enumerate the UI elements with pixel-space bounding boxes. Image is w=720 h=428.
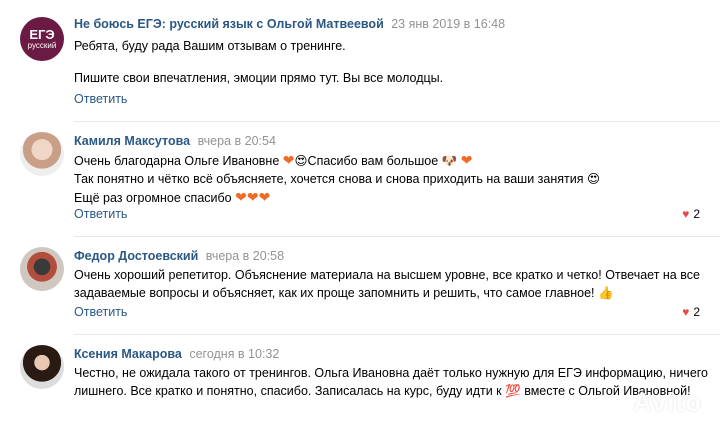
comment-line: задаваемые вопросы и объясняет, как их п… bbox=[74, 284, 700, 302]
comment-line: лишнего. Все кратко и понятно, спасибо. … bbox=[74, 382, 708, 400]
avatar-logo-top: ЕГЭ bbox=[29, 27, 55, 42]
heart-icon: ♥ bbox=[682, 207, 690, 221]
comment-date[interactable]: 23 янв 2019 в 16:48 bbox=[391, 17, 505, 31]
reply-link[interactable]: Ответить bbox=[74, 207, 127, 221]
like-button[interactable]: ♥ 2 bbox=[682, 305, 700, 319]
comment-line-text: лишнего. Все кратко и понятно, спасибо. … bbox=[74, 384, 502, 398]
thumbs-up-icon: 👍 bbox=[598, 286, 614, 300]
divider bbox=[74, 334, 720, 335]
comment-date[interactable]: вчера в 20:58 bbox=[206, 249, 284, 263]
author-name[interactable]: Не боюсь ЕГЭ: русский язык с Ольгой Матв… bbox=[74, 17, 384, 31]
comment-date[interactable]: сегодня в 10:32 bbox=[189, 347, 279, 361]
author-name[interactable]: Ксения Макарова bbox=[74, 347, 182, 361]
comment-line-text: Спасибо вам большое bbox=[307, 154, 439, 168]
comment-header: Не боюсь ЕГЭ: русский язык с Ольгой Матв… bbox=[74, 17, 505, 31]
like-count: 2 bbox=[693, 207, 700, 221]
divider bbox=[74, 236, 720, 237]
comment-line-text: Так понятно и чётко всё объясняете, хоче… bbox=[74, 172, 584, 186]
comment-header: Камиля Максутова вчера в 20:54 bbox=[74, 134, 276, 148]
comment-line: Очень хороший репетитор. Объяснение мате… bbox=[74, 268, 700, 282]
comment-line: Так понятно и чётко всё объясняете, хоче… bbox=[74, 170, 600, 188]
orange-heart-icon: ❤❤❤ bbox=[235, 189, 271, 205]
reply-link[interactable]: Ответить bbox=[74, 92, 127, 106]
author-name[interactable]: Камиля Максутова bbox=[74, 134, 190, 148]
like-count: 2 bbox=[693, 305, 700, 319]
comment-text: Очень благодарна Ольге Ивановне ❤😍Спасиб… bbox=[74, 151, 600, 207]
author-name[interactable]: Федор Достоевский bbox=[74, 249, 198, 263]
comment-date[interactable]: вчера в 20:54 bbox=[198, 134, 276, 148]
avatar[interactable] bbox=[20, 345, 64, 389]
avatar-logo-bottom: русский bbox=[27, 41, 57, 50]
avatar[interactable] bbox=[20, 132, 64, 176]
comment-line: Ещё раз огромное спасибо ❤❤❤ bbox=[74, 188, 600, 207]
avito-watermark: Avito bbox=[632, 387, 702, 417]
heart-eyes-emoji-icon: 😍 bbox=[294, 154, 308, 168]
comment-line-text: Ещё раз огромное спасибо bbox=[74, 191, 232, 205]
comment-line-text: Очень благодарна Ольге Ивановне bbox=[74, 154, 280, 168]
reply-link[interactable]: Ответить bbox=[74, 305, 127, 319]
orange-heart-icon: ❤ bbox=[460, 152, 473, 168]
comment-text: Очень хороший репетитор. Объяснение мате… bbox=[74, 266, 700, 302]
comment-header: Федор Достоевский вчера в 20:58 bbox=[74, 249, 284, 263]
comment-line: Честно, не ожидала такого от тренингов. … bbox=[74, 366, 709, 380]
comment-line: Пишите свои впечатления, эмоции прямо ту… bbox=[74, 71, 444, 85]
like-button[interactable]: ♥ 2 bbox=[682, 207, 700, 221]
hundred-points-icon: 💯 bbox=[505, 384, 521, 398]
avatar[interactable] bbox=[20, 247, 64, 291]
orange-heart-icon: ❤ bbox=[282, 152, 295, 168]
comment-line bbox=[74, 55, 443, 69]
comment-text: Ребята, буду рада Вашим отзывам о тренин… bbox=[74, 37, 443, 87]
comment-line: Очень благодарна Ольге Ивановне ❤😍Спасиб… bbox=[74, 151, 600, 170]
divider bbox=[74, 121, 720, 122]
heart-eyes-emoji-icon: 😍 bbox=[586, 172, 601, 186]
comment-line-text: задаваемые вопросы и объясняет, как их п… bbox=[74, 286, 595, 300]
comment-line: Ребята, буду рада Вашим отзывам о тренин… bbox=[74, 39, 346, 53]
comment-text: Честно, не ожидала такого от тренингов. … bbox=[74, 364, 708, 400]
avatar[interactable]: ЕГЭ русский bbox=[20, 17, 64, 61]
dog-emoji-icon: 🐶 bbox=[441, 154, 458, 168]
heart-icon: ♥ bbox=[682, 305, 690, 319]
comment-header: Ксения Макарова сегодня в 10:32 bbox=[74, 347, 279, 361]
